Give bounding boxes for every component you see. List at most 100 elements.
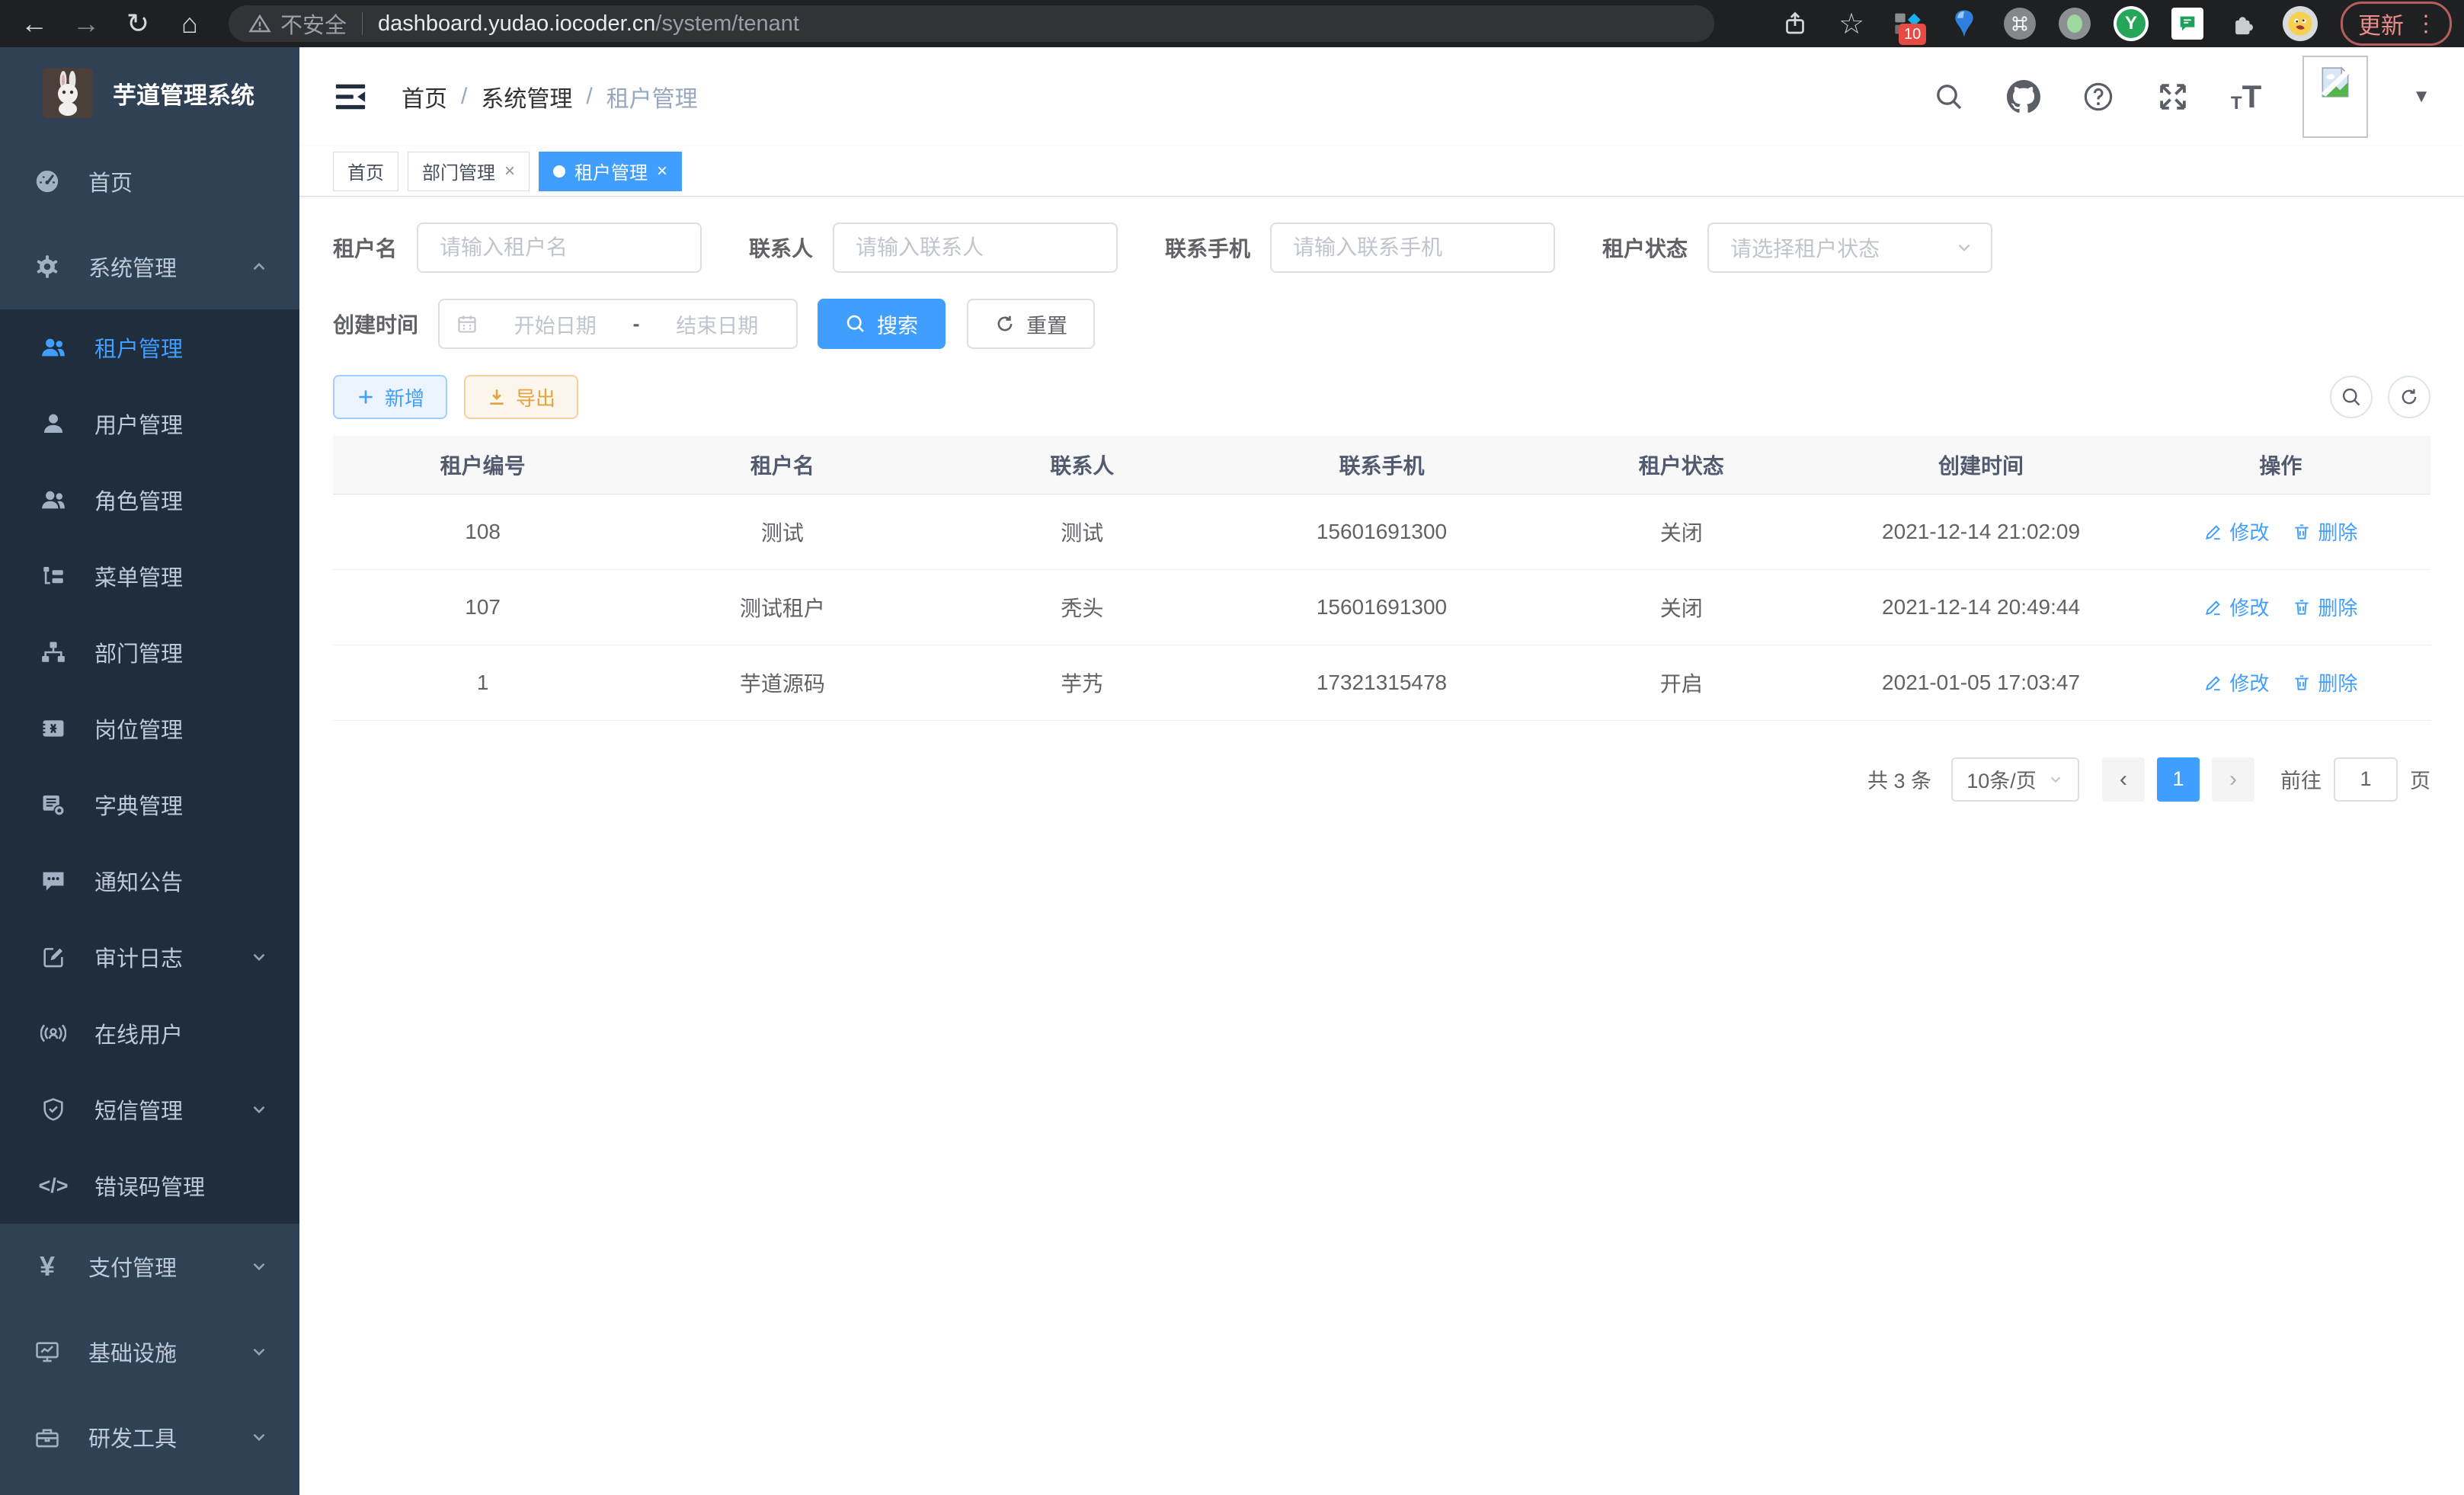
breadcrumb-system[interactable]: 系统管理 [481, 80, 572, 114]
contact-input[interactable] [833, 222, 1118, 273]
delete-link[interactable]: 删除 [2292, 593, 2357, 621]
sidebar-item-system-management[interactable]: 系统管理 [0, 224, 299, 309]
sidebar-item-online-users[interactable]: 在线用户 [0, 995, 299, 1071]
page-number-1[interactable]: 1 [2157, 757, 2200, 802]
cell-tenant-id: 1 [333, 645, 632, 720]
phone-input[interactable] [1270, 222, 1555, 273]
sidebar-item-tenant-management[interactable]: 租户管理 [0, 309, 299, 386]
filter-status: 租户状态 请选择租户状态 [1602, 222, 1992, 273]
sidebar-item-home[interactable]: 首页 [0, 139, 299, 224]
fullscreen-icon[interactable] [2156, 80, 2190, 114]
sidebar-item-payment-management[interactable]: ¥ 支付管理 [0, 1224, 299, 1309]
search-button[interactable]: 搜索 [818, 299, 946, 349]
search-icon [845, 313, 866, 335]
help-icon[interactable] [2082, 80, 2115, 114]
edit-link[interactable]: 修改 [2203, 593, 2269, 621]
edit-link[interactable]: 修改 [2203, 668, 2269, 696]
extension-chat-icon[interactable] [2171, 8, 2203, 40]
tab-home[interactable]: 首页 [333, 152, 398, 191]
app-logo-row[interactable]: 芋道管理系统 [0, 47, 299, 139]
extension-cmd-icon[interactable] [2004, 8, 2036, 40]
table-tools [2330, 376, 2430, 418]
active-tab-dot [553, 165, 565, 178]
sidebar-item-audit-log[interactable]: 审计日志 [0, 919, 299, 995]
tenant-users-icon [40, 334, 67, 361]
sidebar-item-menu-management[interactable]: 菜单管理 [0, 538, 299, 614]
table-row: 107 测试租户 秃头 15601691300 关闭 2021-12-14 20… [333, 569, 2430, 645]
page-size-select[interactable]: 10条/页 [1951, 757, 2079, 802]
filter-label: 租户状态 [1602, 232, 1688, 263]
table-search-toggle-button[interactable] [2330, 376, 2373, 418]
reload-icon[interactable]: ↻ [116, 5, 160, 42]
cell-tenant-name: 芋道源码 [632, 645, 932, 720]
extension-pin-icon[interactable] [1947, 7, 1981, 40]
close-icon[interactable]: × [657, 161, 667, 182]
sidebar-item-label: 错误码管理 [94, 1170, 205, 1202]
profile-avatar-icon[interactable] [2283, 6, 2318, 41]
menu-tree-icon [40, 562, 67, 590]
sidebar-item-sms-management[interactable]: 短信管理 [0, 1071, 299, 1148]
sidebar-item-user-management[interactable]: 用户管理 [0, 386, 299, 462]
select-placeholder: 请选择租户状态 [1730, 232, 1880, 263]
delete-link[interactable]: 删除 [2292, 517, 2357, 546]
next-page-button[interactable]: › [2212, 757, 2254, 802]
cell-tenant-name: 测试租户 [632, 569, 932, 645]
extensions-puzzle-icon[interactable] [2226, 7, 2260, 40]
sidebar-item-dictionary-management[interactable]: 字典管理 [0, 767, 299, 843]
sidebar-item-label: 通知公告 [94, 865, 183, 897]
forward-icon[interactable]: → [64, 5, 108, 42]
edit-link[interactable]: 修改 [2203, 517, 2269, 546]
tab-department-management[interactable]: 部门管理 × [408, 152, 530, 191]
breadcrumb-home[interactable]: 首页 [402, 80, 447, 114]
sidebar-item-role-management[interactable]: 角色管理 [0, 462, 299, 538]
trash-icon [2292, 597, 2312, 617]
sidebar-item-error-code-management[interactable]: </> 错误码管理 [0, 1148, 299, 1224]
tenant-name-input[interactable] [417, 222, 702, 273]
github-icon[interactable] [2007, 80, 2040, 114]
sidebar-item-label: 短信管理 [94, 1093, 183, 1125]
share-icon[interactable] [1778, 7, 1812, 40]
collapse-sidebar-icon[interactable] [333, 79, 368, 114]
extension-y-icon[interactable]: Y [2114, 6, 2149, 41]
filter-tenant-name: 租户名 [333, 222, 702, 273]
refresh-icon [2398, 386, 2420, 408]
chevron-down-icon [2047, 771, 2064, 788]
goto-page-input[interactable] [2334, 757, 2398, 802]
col-created: 创建时间 [1831, 436, 2130, 494]
address-bar[interactable]: 不安全 dashboard.yudao.iocoder.cn/system/te… [229, 5, 1714, 42]
bookmark-star-icon[interactable]: ☆ [1835, 7, 1868, 40]
sidebar-item-post-management[interactable]: 岗位管理 [0, 690, 299, 767]
user-avatar[interactable] [2302, 56, 2368, 138]
col-tenant-name: 租户名 [632, 436, 932, 494]
close-icon[interactable]: × [504, 161, 515, 182]
navbar-right-controls: TT ▼ [1932, 56, 2430, 138]
create-time-range-picker[interactable]: 开始日期 - 结束日期 [438, 299, 798, 349]
app-title: 芋道管理系统 [113, 76, 254, 110]
font-size-icon[interactable]: TT [2231, 81, 2261, 113]
export-button[interactable]: 导出 [464, 375, 578, 419]
browser-menu-icon[interactable]: ⋮ [2414, 11, 2437, 37]
search-icon[interactable] [1932, 80, 1966, 114]
sidebar-item-department-management[interactable]: 部门管理 [0, 614, 299, 690]
sidebar-item-dev-tools[interactable]: 研发工具 [0, 1394, 299, 1480]
refresh-icon [994, 313, 1016, 335]
add-button[interactable]: 新增 [333, 375, 447, 419]
chrome-update-button[interactable]: 更新 ⋮ [2341, 2, 2452, 46]
extension-tabs-icon[interactable]: 10 [1891, 7, 1925, 40]
back-icon[interactable]: ← [12, 5, 56, 42]
extension-gray-dot-icon[interactable] [2059, 8, 2091, 40]
sidebar-item-notice[interactable]: 通知公告 [0, 843, 299, 919]
delete-link[interactable]: 删除 [2292, 668, 2357, 696]
avatar-caret-icon[interactable]: ▼ [2412, 86, 2430, 107]
security-chip[interactable]: 不安全 [248, 8, 347, 40]
tab-tenant-management[interactable]: 租户管理 × [539, 152, 682, 191]
table-refresh-button[interactable] [2388, 376, 2430, 418]
status-select[interactable]: 请选择租户状态 [1707, 222, 1992, 273]
reset-button[interactable]: 重置 [967, 299, 1095, 349]
table-row: 1 芋道源码 芋艿 17321315478 开启 2021-01-05 17:0… [333, 645, 2430, 720]
prev-page-button[interactable]: ‹ [2102, 757, 2145, 802]
sidebar-item-label: 部门管理 [94, 636, 183, 668]
home-icon[interactable]: ⌂ [168, 5, 212, 42]
update-label: 更新 [2358, 7, 2404, 40]
sidebar-item-infrastructure[interactable]: 基础设施 [0, 1309, 299, 1394]
